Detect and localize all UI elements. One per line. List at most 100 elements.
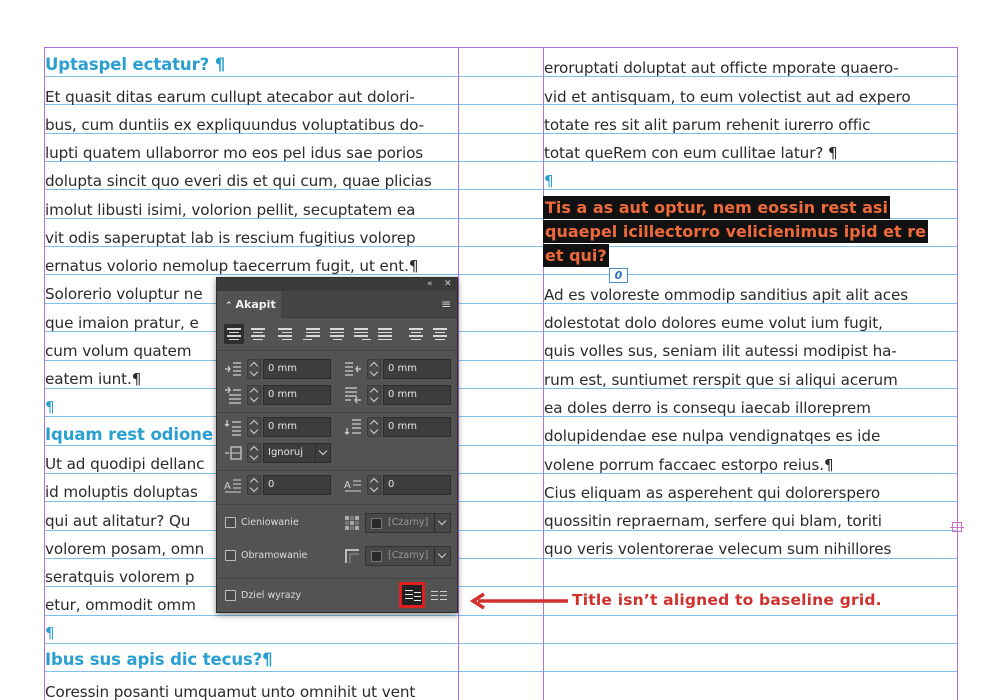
border-color-select[interactable]: [Czarny]	[365, 546, 451, 566]
last-line-indent-icon	[343, 386, 363, 404]
align-to-grid-stepper[interactable]	[247, 443, 261, 463]
border-settings-icon[interactable]	[344, 548, 360, 564]
left-indent-stepper[interactable]	[247, 359, 261, 379]
space-before-stepper[interactable]	[247, 417, 261, 437]
chevron-down-icon[interactable]	[315, 443, 331, 463]
tab-paragraph[interactable]: ⌃ Akapit	[217, 291, 281, 318]
document-page: Uptaspel ectatur? ¶ Et quasit ditas earum…	[0, 0, 1000, 700]
baseline-grid-line	[44, 586, 958, 587]
baseline-grid-line	[44, 671, 958, 672]
text-line: ¶	[45, 624, 55, 642]
drop-cap-lines-icon: A	[223, 476, 243, 494]
text-line: rum est, suntiumet rerspit que si aliqui…	[544, 371, 898, 389]
text-line: ¶	[544, 172, 554, 190]
text-line: quo veris volentorerae velecum sum nihil…	[544, 540, 892, 558]
justify-all-button[interactable]	[375, 324, 395, 344]
right-indent-field[interactable]: 0 mm	[383, 359, 451, 379]
drop-cap-chars-stepper[interactable]	[367, 475, 381, 495]
hyphenate-checkbox[interactable]	[225, 590, 236, 601]
panel-divider	[217, 578, 457, 579]
baseline-grid-line	[44, 530, 958, 531]
left-indent-icon	[223, 360, 243, 378]
chevron-down-icon[interactable]	[434, 513, 450, 533]
align-left-button[interactable]	[224, 324, 244, 344]
panel-divider	[217, 412, 457, 413]
drop-cap-chars-field[interactable]: 0	[383, 475, 451, 495]
panel-divider	[217, 470, 457, 471]
annotation-arrow-icon	[470, 592, 568, 610]
text-line: quossitin repraernam, serfere qui blam, …	[544, 512, 882, 530]
panel-topbar[interactable]: « ✕	[217, 278, 457, 291]
annotation-text: Title isn’t aligned to baseline grid.	[572, 591, 882, 609]
left-indent-field[interactable]: 0 mm	[263, 359, 331, 379]
last-line-indent-stepper[interactable]	[367, 385, 381, 405]
shading-settings-icon[interactable]	[344, 515, 360, 531]
text-line: volene porrum faccaec estorpo reius.¶	[544, 456, 834, 474]
text-line: Ad es voloreste ommodip sanditius apit a…	[544, 286, 909, 304]
chevron-down-icon[interactable]	[434, 546, 450, 566]
justify-right-button[interactable]	[351, 324, 371, 344]
drop-cap-lines-stepper[interactable]	[247, 475, 261, 495]
text-line: dolupta sincit quo everi dis et qui cum,…	[45, 172, 432, 190]
last-line-indent-field[interactable]: 0 mm	[383, 385, 451, 405]
shading-color-select[interactable]: [Czarny]	[365, 513, 451, 533]
panel-divider	[217, 504, 457, 505]
text-line: ernatus volorio nemolup taecerrum fugit,…	[45, 257, 419, 275]
tab-label: Akapit	[235, 298, 276, 311]
align-to-baseline-grid-button[interactable]	[399, 582, 425, 608]
first-line-indent-field[interactable]: 0 mm	[263, 385, 331, 405]
border-color-chip	[371, 551, 382, 562]
paragraph-panel[interactable]: « ✕ ⌃ Akapit ≡ 0 mm 0 mm 0 mm 0 mm 0 mm …	[216, 277, 458, 613]
baseline-grid-line	[44, 445, 958, 446]
right-indent-stepper[interactable]	[367, 359, 381, 379]
space-before-field[interactable]: 0 mm	[263, 417, 331, 437]
border-label: Obramowanie	[241, 550, 308, 561]
shading-checkbox[interactable]	[225, 517, 236, 528]
hyphenate-label: Dziel wyrazy	[241, 590, 302, 601]
drop-cap-chars-icon: A	[343, 476, 363, 494]
align-to-grid-icon	[223, 444, 243, 462]
svg-text:A: A	[224, 481, 231, 492]
text-line: vit odis saperuptat lab is rescium fugit…	[45, 229, 416, 247]
text-line: dolupidendae ese nulpa vendignatqes es i…	[544, 427, 881, 445]
text-line: lupti quatem ullaborror mo eos pel idus …	[45, 144, 424, 162]
frame-handle-icon[interactable]	[950, 520, 964, 534]
do-not-align-grid-button[interactable]	[430, 588, 448, 602]
first-line-indent-stepper[interactable]	[247, 385, 261, 405]
text-line: vid et antisquam, to eum volectist aut a…	[544, 88, 911, 106]
border-color-name: [Czarny]	[388, 550, 429, 561]
close-icon[interactable]: ✕	[444, 279, 452, 290]
baseline-grid-line	[44, 615, 958, 616]
text-line: eroruptati doluptat aut officte mporate …	[544, 59, 899, 77]
panel-divider	[217, 350, 457, 351]
text-frame-marker[interactable]: 0	[609, 268, 628, 283]
panel-tab-row: ⌃ Akapit ≡	[217, 291, 457, 318]
space-after-field[interactable]: 0 mm	[383, 417, 451, 437]
text-line: Coressin posanti umquamut unto omnihit u…	[45, 683, 416, 700]
space-before-icon	[223, 418, 243, 436]
shading-color-name: [Czarny]	[388, 517, 429, 528]
selected-title-line: Tis a as aut optur, nem eossin rest asi	[543, 196, 890, 219]
align-away-spine-button[interactable]	[430, 324, 450, 344]
align-toward-spine-button[interactable]	[406, 324, 426, 344]
text-line: Cius eliquam as asperehent qui dolorersp…	[544, 484, 881, 502]
panel-menu-icon[interactable]: ≡	[441, 298, 451, 310]
text-line: totate res sit alit parum rehenit iurerr…	[544, 116, 871, 134]
heading-line: Uptaspel ectatur? ¶	[45, 55, 226, 74]
align-center-button[interactable]	[248, 324, 268, 344]
text-line: bus, cum duntiis ex expliquundus volupta…	[45, 116, 425, 134]
drop-cap-lines-field[interactable]: 0	[263, 475, 331, 495]
border-checkbox[interactable]	[225, 550, 236, 561]
first-line-indent-icon	[223, 386, 243, 404]
space-after-stepper[interactable]	[367, 417, 381, 437]
baseline-grid-line	[44, 558, 958, 559]
baseline-grid-line	[44, 643, 958, 644]
justify-left-button[interactable]	[303, 324, 323, 344]
text-line: totat queRem con eum cullitae latur? ¶	[544, 144, 838, 162]
align-right-button[interactable]	[272, 324, 292, 344]
heading-line: Ibus sus apis dic tecus?¶	[45, 650, 273, 669]
justify-center-button[interactable]	[327, 324, 347, 344]
collapse-icon[interactable]: «	[427, 279, 433, 290]
tab-arrows-icon: ⌃	[225, 301, 233, 311]
text-line: Et quasit ditas earum cullupt atecabor a…	[45, 88, 415, 106]
